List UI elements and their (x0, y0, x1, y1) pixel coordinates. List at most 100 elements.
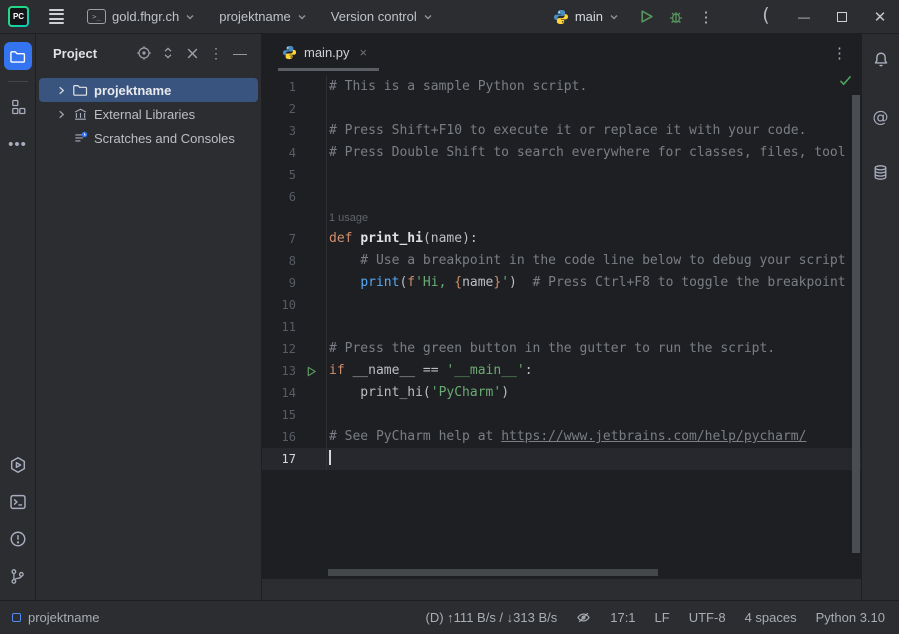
gutter[interactable] (296, 272, 327, 294)
code-line[interactable]: 10 (262, 294, 861, 316)
tab-close-icon[interactable]: × (360, 45, 368, 60)
services-tool-button[interactable] (4, 451, 32, 479)
vertical-scrollbar[interactable] (852, 95, 860, 553)
gutter[interactable] (296, 98, 327, 120)
run-line-icon[interactable] (306, 366, 317, 377)
git-tool-button[interactable] (4, 562, 32, 590)
highlighting-widget[interactable] (576, 610, 591, 625)
gutter (296, 208, 327, 228)
gutter[interactable] (296, 142, 327, 164)
more-actions-button[interactable]: ⋮ (691, 3, 721, 31)
code-line[interactable]: 9 print(f'Hi, {name}') # Press Ctrl+F8 t… (262, 272, 861, 294)
ai-assistant-button[interactable]: @ (867, 102, 895, 130)
remote-host-dropdown[interactable]: >_ gold.fhgr.ch (79, 5, 203, 28)
gutter[interactable] (296, 76, 327, 98)
tree-item-projektname[interactable]: projektname (39, 78, 258, 102)
tree-item-scratches[interactable]: Scratches and Consoles (39, 126, 258, 150)
code-line[interactable]: 3# Press Shift+F10 to execute it or repl… (262, 120, 861, 142)
code-line[interactable]: 1# This is a sample Python script. (262, 76, 861, 98)
gutter[interactable] (296, 120, 327, 142)
line-number: 8 (262, 250, 296, 272)
code-line[interactable]: 7def print_hi(name): (262, 228, 861, 250)
debug-button[interactable] (661, 3, 691, 31)
expand-icon (161, 46, 175, 60)
horizontal-scrollbar[interactable] (328, 569, 658, 576)
kebab-menu-icon: ⋮ (209, 45, 223, 62)
comment-link: https://www.jetbrains.com/help/pycharm/ (501, 429, 806, 444)
eye-slash-icon (576, 610, 591, 625)
network-speed-widget[interactable]: (D) ↑111 B/s / ↓313 B/s (426, 610, 558, 625)
maximize-button[interactable] (823, 0, 861, 33)
run-config-label: main (575, 9, 603, 24)
gutter[interactable] (296, 228, 327, 250)
code-line[interactable]: 11 (262, 316, 861, 338)
gutter[interactable] (296, 316, 327, 338)
gutter[interactable] (296, 250, 327, 272)
code-text (329, 448, 331, 470)
chevron-right-icon[interactable] (53, 82, 69, 98)
line-number: 5 (262, 164, 296, 186)
indent-widget[interactable]: 4 spaces (745, 610, 797, 625)
gutter[interactable] (296, 294, 327, 316)
code-line[interactable]: 6 (262, 186, 861, 208)
code-line[interactable]: 12# Press the green button in the gutter… (262, 338, 861, 360)
run-button[interactable] (631, 3, 661, 31)
run-configuration-dropdown[interactable]: main (547, 6, 625, 28)
code-line[interactable]: 13if __name__ == '__main__': (262, 360, 861, 382)
code-line[interactable]: 14 print_hi('PyCharm') (262, 382, 861, 404)
hide-panel-button[interactable]: — (229, 42, 251, 64)
more-tool-windows-button[interactable]: ••• (4, 130, 32, 158)
usage-inlay-hint[interactable]: 1 usage (329, 208, 368, 228)
gutter[interactable] (296, 426, 327, 448)
gutter[interactable] (296, 404, 327, 426)
project-tool-button[interactable] (4, 42, 32, 70)
locate-file-button[interactable] (133, 42, 155, 64)
notifications-button[interactable] (867, 46, 895, 74)
tab-main-py[interactable]: main.py × (276, 34, 373, 71)
gutter[interactable] (296, 448, 327, 470)
code-line[interactable]: 16# See PyCharm help at https://www.jetb… (262, 426, 861, 448)
caret-position-widget[interactable]: 17:1 (610, 610, 635, 625)
main-menu-button[interactable] (41, 4, 71, 30)
code-editor[interactable]: 1# This is a sample Python script.23# Pr… (262, 71, 861, 578)
status-project-widget[interactable]: projektname (12, 610, 100, 625)
status-project-label: projektname (28, 610, 100, 625)
gutter[interactable] (296, 186, 327, 208)
tree-item-label: projektname (94, 83, 171, 98)
remote-host-label: gold.fhgr.ch (112, 9, 179, 24)
close-button[interactable]: ✕ (861, 0, 899, 33)
gutter[interactable] (296, 338, 327, 360)
code-line[interactable]: 4# Press Double Shift to search everywhe… (262, 142, 861, 164)
gutter[interactable] (296, 164, 327, 186)
window-crescent-button[interactable]: ( (747, 0, 785, 33)
inspections-ok-icon[interactable] (839, 75, 852, 86)
expand-all-button[interactable] (157, 42, 179, 64)
chevron-right-icon[interactable] (53, 106, 69, 122)
structure-tool-button[interactable] (4, 93, 32, 121)
code-line[interactable]: 2 (262, 98, 861, 120)
code-line[interactable]: 5 (262, 164, 861, 186)
interpreter-widget[interactable]: Python 3.10 (816, 610, 885, 625)
minimize-icon: — (233, 45, 247, 61)
chevron-down-icon (423, 12, 433, 22)
line-number: 7 (262, 228, 296, 250)
project-dropdown[interactable]: projektname (211, 5, 315, 28)
code-line[interactable]: 8 # Use a breakpoint in the code line be… (262, 250, 861, 272)
gutter[interactable] (296, 382, 327, 404)
code-line[interactable]: 15 (262, 404, 861, 426)
problems-tool-button[interactable] (4, 525, 32, 553)
tree-item-external-libraries[interactable]: External Libraries (39, 102, 258, 126)
terminal-tool-button[interactable] (4, 488, 32, 516)
encoding-widget[interactable]: UTF-8 (689, 610, 726, 625)
panel-options-button[interactable]: ⋮ (205, 42, 227, 64)
gutter[interactable] (296, 360, 327, 382)
vcs-dropdown[interactable]: Version control (323, 5, 441, 28)
line-ending-widget[interactable]: LF (655, 610, 670, 625)
code-line[interactable]: 17 (262, 448, 861, 470)
minimize-button[interactable]: — (785, 0, 823, 33)
collapse-all-button[interactable] (181, 42, 203, 64)
line-number: 17 (262, 448, 296, 470)
database-button[interactable] (867, 158, 895, 186)
editor-options-button[interactable]: ⋮ (832, 44, 861, 62)
crescent-icon: ( (762, 15, 769, 18)
